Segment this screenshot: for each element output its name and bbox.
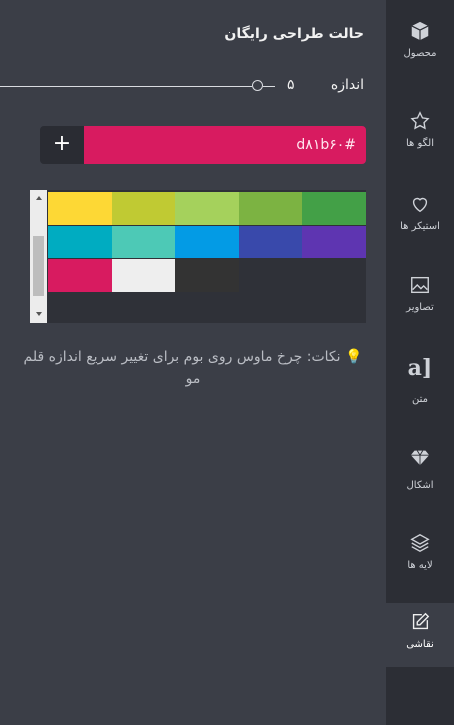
color-swatch[interactable] — [111, 192, 176, 225]
star-icon — [410, 111, 430, 130]
lightbulb-icon: 💡 — [345, 349, 363, 365]
sidebar-item-label: استیکر ها — [400, 221, 440, 232]
size-slider-handle[interactable] — [252, 80, 263, 91]
sidebar-item-shapes[interactable]: اشکال — [386, 446, 454, 491]
scrollbar-thumb[interactable] — [33, 236, 44, 296]
sidebar-item-label: لایه ها — [407, 560, 433, 571]
color-swatch[interactable] — [238, 225, 303, 259]
text-icon: a] — [407, 355, 433, 381]
pencil-icon — [412, 612, 430, 630]
size-slider-track-end — [263, 86, 275, 87]
color-swatch[interactable] — [48, 225, 112, 259]
diamond-icon — [410, 450, 430, 466]
color-swatch[interactable] — [111, 225, 176, 259]
sidebar-item-label: الگو ها — [405, 138, 434, 149]
palette-scrollbar[interactable] — [30, 190, 47, 323]
size-label: اندازه — [330, 77, 364, 93]
cube-icon — [411, 21, 429, 41]
sidebar-item-drawing[interactable]: نقاشی — [386, 603, 454, 667]
tip-text-content: نکات: چرخ ماوس روی بوم برای تغییر سریع ا… — [23, 349, 341, 387]
sidebar-item-label: اشکال — [406, 480, 434, 491]
sidebar-item-label: نقاشی — [406, 639, 434, 650]
sidebar-item-layers[interactable]: لایه ها — [386, 532, 454, 571]
color-swatch[interactable] — [302, 225, 366, 259]
layers-icon — [410, 533, 430, 553]
color-swatch[interactable] — [238, 192, 303, 225]
size-value: ۵ — [287, 77, 295, 93]
size-slider-track[interactable] — [0, 86, 252, 87]
color-swatch[interactable] — [175, 259, 239, 292]
sidebar-item-stickers[interactable]: استیکر ها — [386, 193, 454, 232]
sidebar-item-label: تصاویر — [406, 302, 434, 313]
sidebar-item-label: متن — [412, 394, 428, 405]
color-swatch[interactable] — [175, 225, 239, 259]
heart-icon — [412, 197, 428, 213]
color-swatch[interactable] — [48, 259, 112, 292]
color-swatch[interactable] — [48, 192, 112, 225]
color-swatch[interactable] — [302, 192, 366, 225]
sidebar-item-images[interactable]: تصاویر — [386, 274, 454, 313]
image-icon — [411, 276, 429, 294]
drawing-panel: حالت طراحی رایگان اندازه ۵ + d۸۱b۶۰# 💡 ن… — [0, 0, 386, 725]
scroll-down-arrow-icon[interactable] — [36, 312, 42, 316]
color-swatch[interactable] — [175, 192, 239, 225]
color-hex-input[interactable]: d۸۱b۶۰# — [84, 126, 366, 164]
add-color-button[interactable]: + — [40, 126, 84, 164]
panel-title: حالت طراحی رایگان — [224, 26, 364, 42]
color-swatch[interactable] — [111, 259, 176, 292]
scroll-up-arrow-icon[interactable] — [36, 196, 42, 200]
tip-text: 💡 نکات: چرخ ماوس روی بوم برای تغییر سریع… — [18, 346, 368, 390]
sidebar-item-product[interactable]: محصول — [386, 20, 454, 59]
sidebar-item-label: محصول — [403, 48, 437, 59]
color-palette — [30, 190, 366, 323]
sidebar: محصول الگو ها استیکر ها تصاویر a] متن اش… — [386, 0, 454, 725]
sidebar-item-templates[interactable]: الگو ها — [386, 110, 454, 149]
sidebar-item-text[interactable]: a] متن — [386, 356, 454, 405]
